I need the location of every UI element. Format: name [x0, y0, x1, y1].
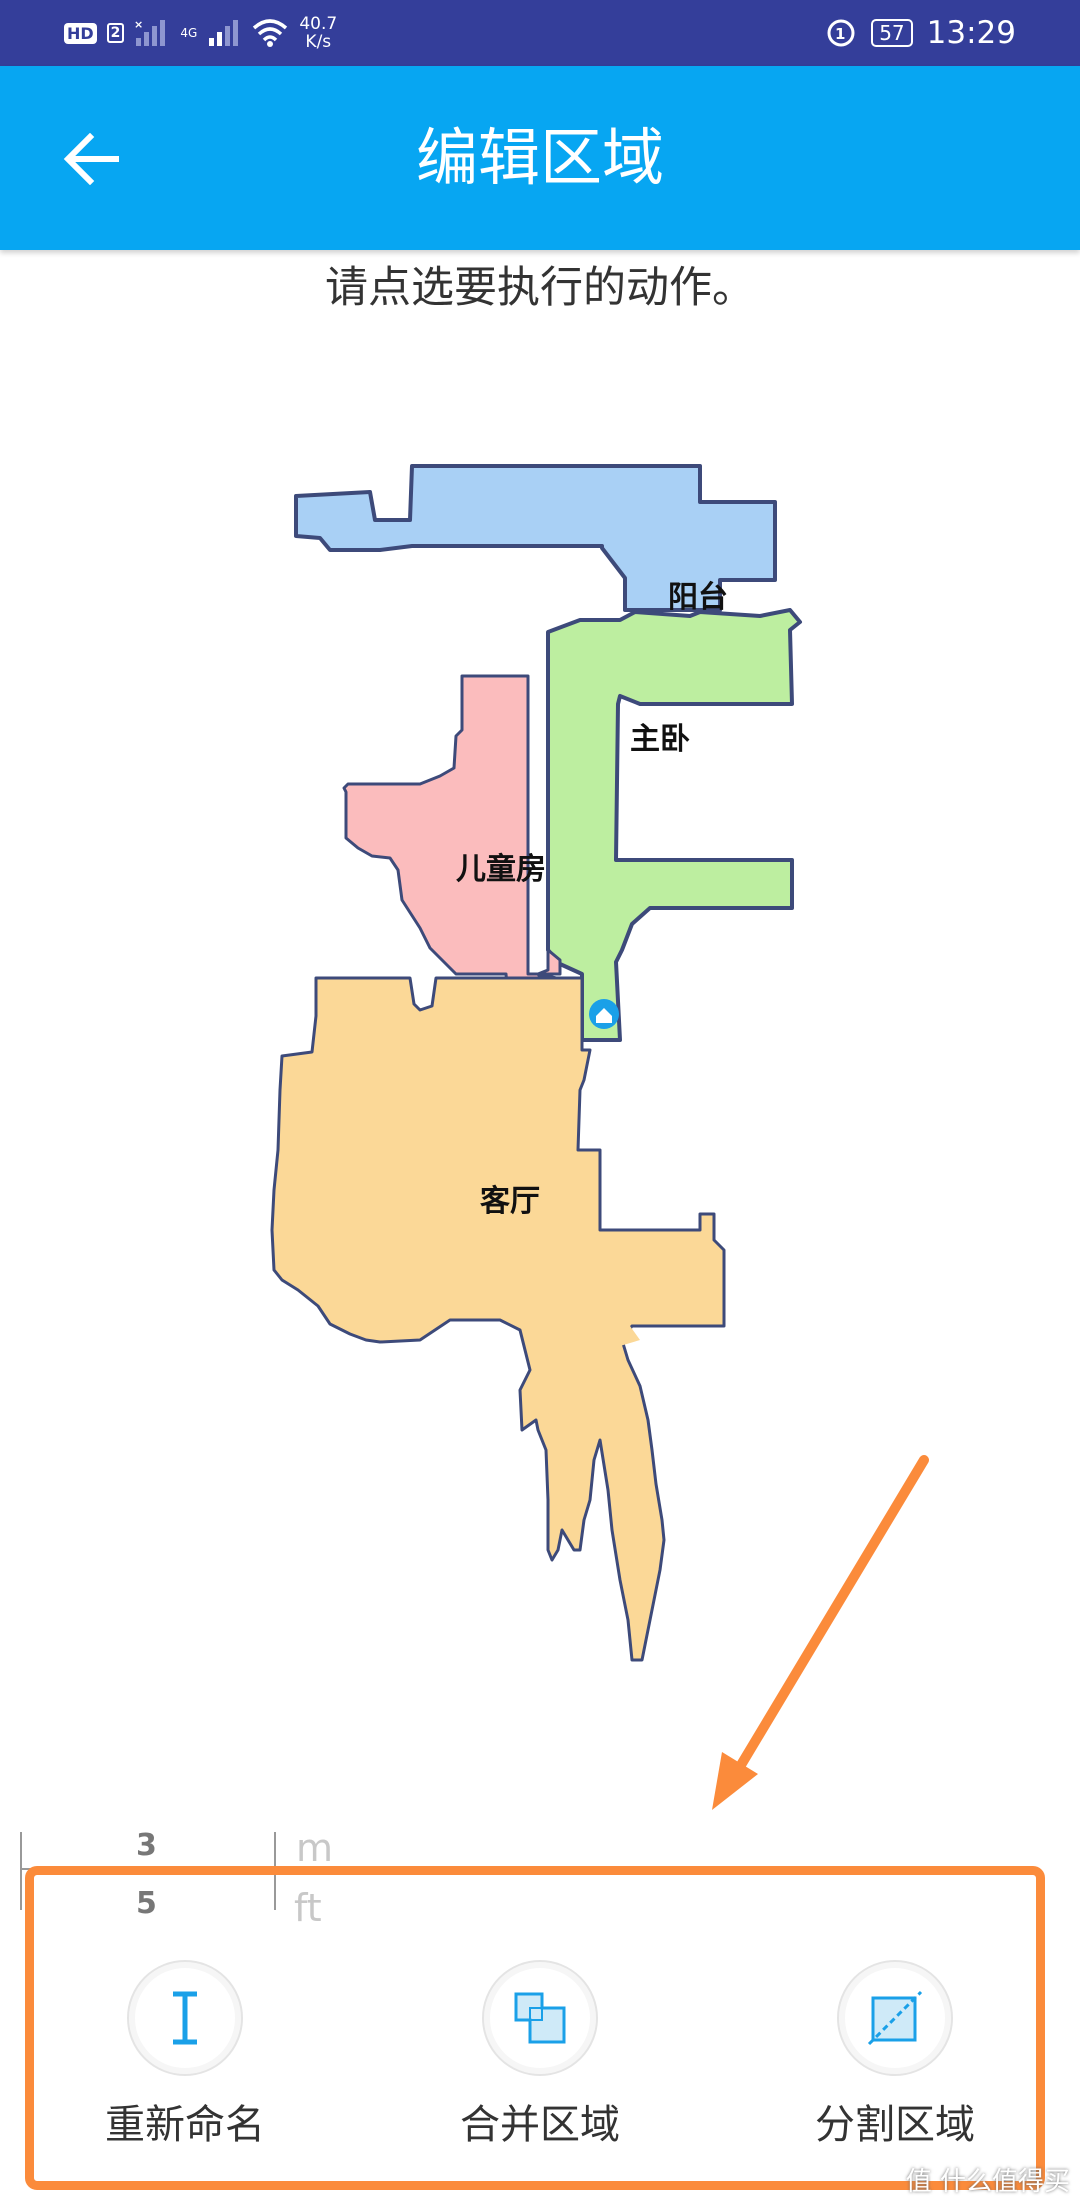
back-arrow-icon: [63, 133, 119, 185]
rename-label: 重新命名: [105, 2102, 265, 2148]
merge-zones-label: 合并区域: [460, 2102, 620, 2148]
floor-map[interactable]: 阳台 主卧 儿童房 客厅: [0, 430, 1080, 1690]
battery-indicator: 57: [871, 19, 913, 47]
speed-value: 40.7: [299, 14, 338, 34]
signal-icon-2: [209, 20, 239, 46]
network-speed: 40.7 K/s: [299, 15, 337, 51]
split-zone-label: 分割区域: [815, 2102, 975, 2148]
merge-zones-button[interactable]: 合并区域: [420, 1960, 660, 2150]
instruction-text: 请点选要执行的动作。: [325, 263, 755, 313]
room-living-room-shape[interactable]: [270, 976, 726, 1662]
room-label-childrens-room: 儿童房: [456, 852, 546, 887]
svg-text:×: ×: [134, 18, 143, 31]
app-bar: 编辑区域: [0, 66, 1080, 250]
room-master-bedroom-shape[interactable]: [546, 608, 802, 1042]
page-title: 编辑区域: [415, 121, 664, 194]
split-square-icon: [867, 1990, 923, 2046]
room-label-balcony: 阳台: [668, 580, 728, 615]
sim-badge: 2: [106, 23, 125, 43]
hd-badge: HD: [64, 22, 97, 44]
scale-value-meters: 3: [136, 1828, 157, 1863]
action-bar: 重新命名 合并区域 分割区域: [0, 1960, 1080, 2148]
split-icon-circle: [837, 1960, 953, 2076]
network-type: 4G: [180, 26, 198, 40]
svg-text:1: 1: [835, 25, 845, 43]
watermark: 值 什么值得买: [905, 2167, 1070, 2197]
room-label-master-bedroom: 主卧: [630, 722, 690, 757]
status-right: 1 57 13:29: [825, 10, 1016, 56]
map-canvas: [270, 464, 802, 1662]
merge-icon-circle: [482, 1960, 598, 2076]
split-zone-button[interactable]: 分割区域: [775, 1960, 1015, 2150]
text-cursor-icon: [173, 1991, 197, 2045]
signal-icon: ×: [134, 18, 166, 46]
scale-unit-meters: m: [296, 1826, 334, 1870]
merge-squares-icon: [514, 1992, 566, 2044]
clock: 13:29: [926, 15, 1016, 51]
rename-icon-circle: [127, 1960, 243, 2076]
speed-unit: K/s: [305, 32, 332, 52]
status-left: HD 2 × 4G 40.7 K/s: [64, 10, 337, 56]
wifi-icon: [253, 19, 288, 47]
back-button[interactable]: [56, 124, 126, 194]
data-saver-icon: 1: [827, 19, 855, 47]
rename-button[interactable]: 重新命名: [65, 1960, 305, 2150]
status-bar: HD 2 × 4G 40.7 K/s 1 57 13:29: [0, 0, 1080, 66]
room-label-living-room: 客厅: [480, 1184, 540, 1219]
